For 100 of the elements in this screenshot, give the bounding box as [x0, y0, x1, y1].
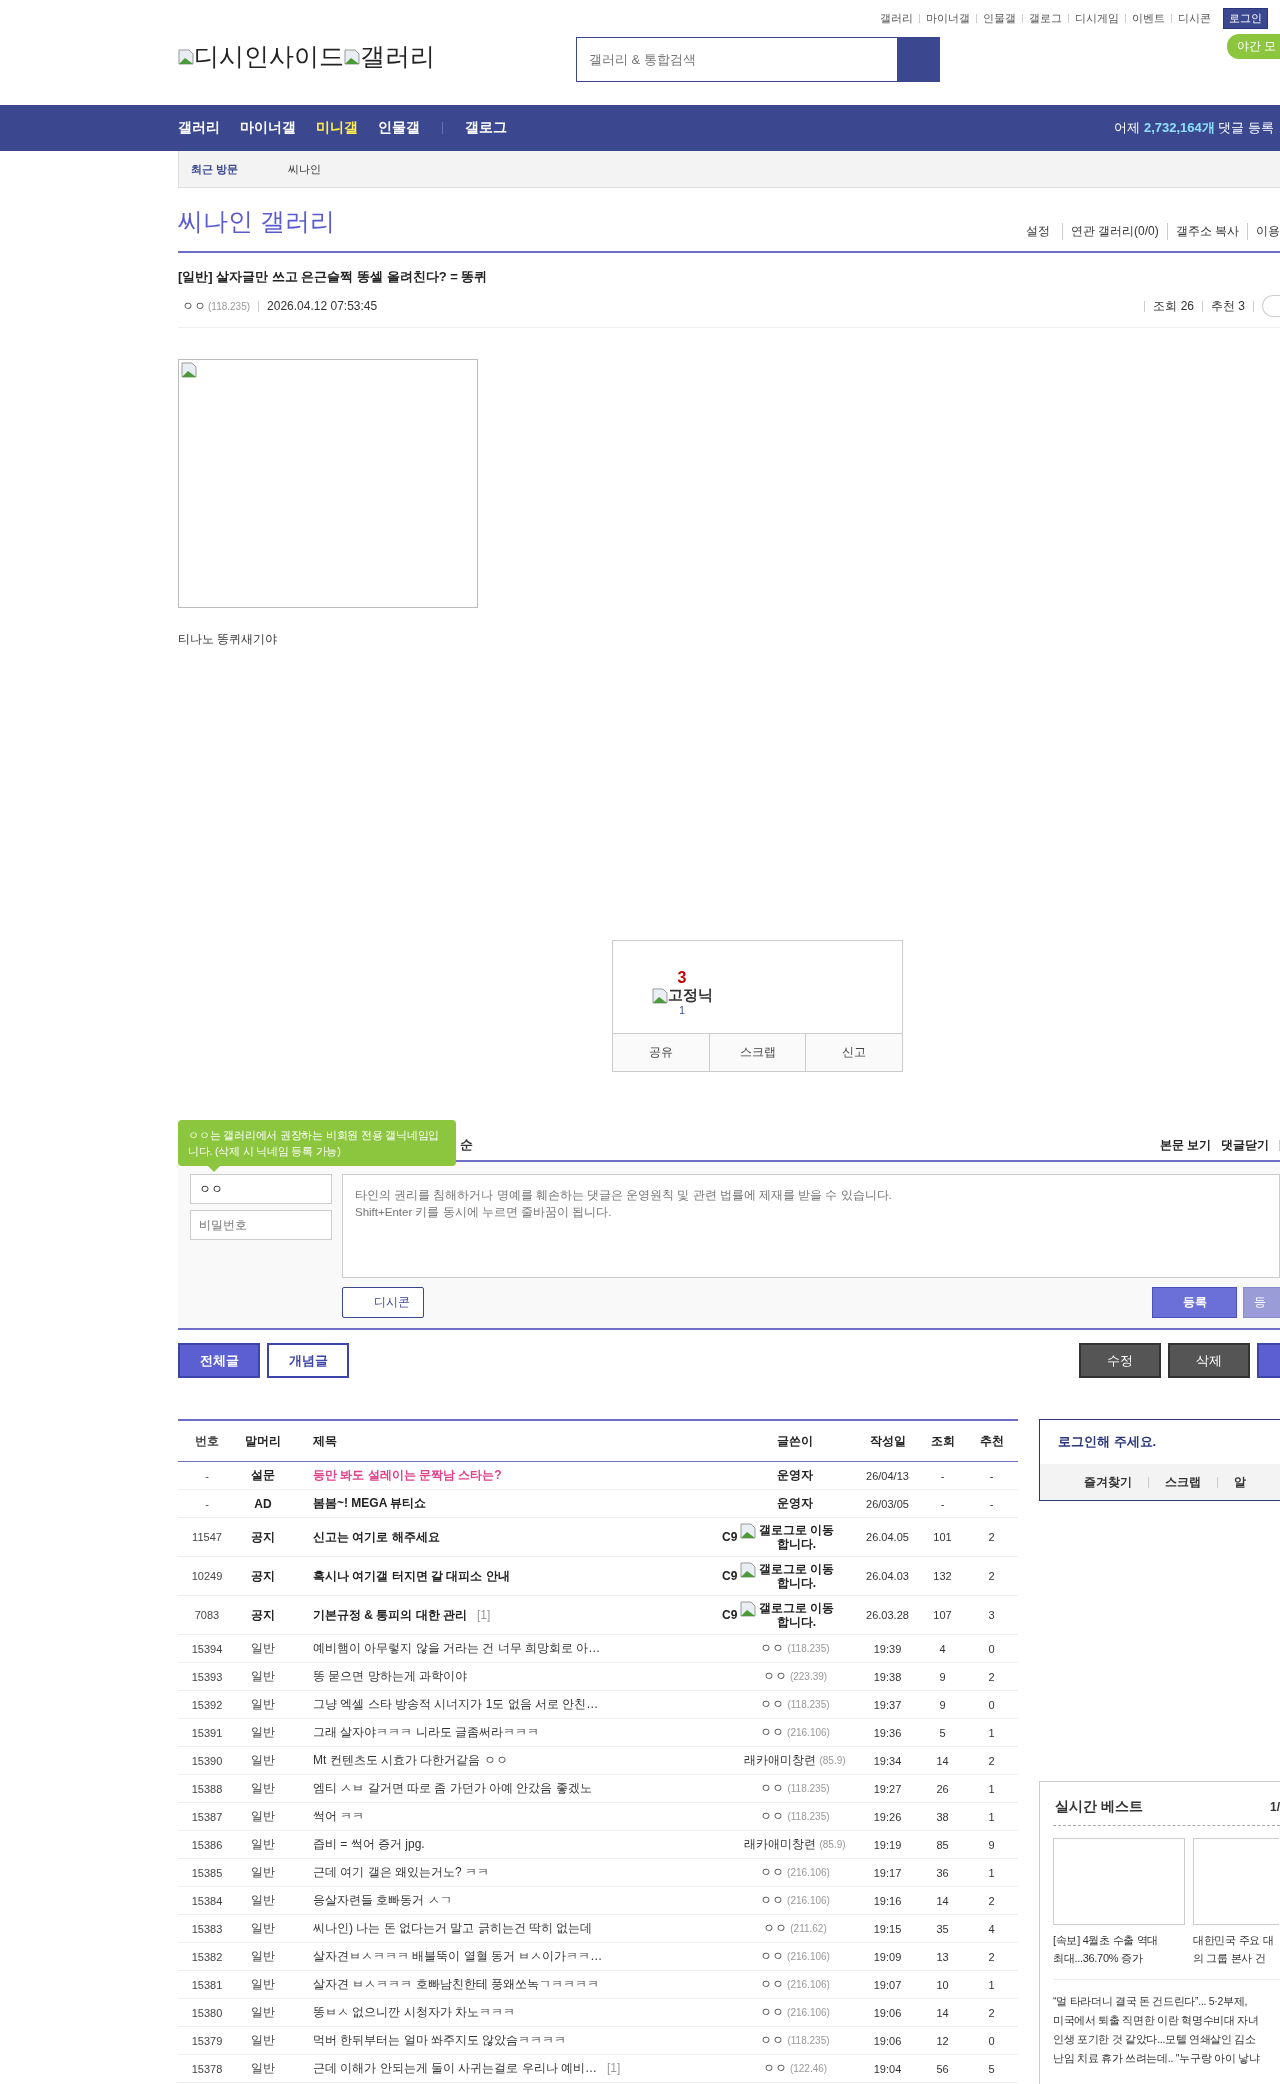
- post-title-link[interactable]: 근데 이해가 안되는게 둘이 사귀는걸로 우리나 예비…: [313, 2061, 597, 2075]
- action-button[interactable]: 수정: [1079, 1343, 1161, 1378]
- nav-tab[interactable]: 미니갤: [316, 119, 358, 137]
- news-card-title[interactable]: [속보] 4월초 수출 역대 최대...36.70% 증가: [1053, 1931, 1185, 1967]
- writer-name[interactable]: ㅇㅇ: [760, 1640, 785, 1657]
- writer-name[interactable]: ㅇㅇ: [760, 1976, 785, 1993]
- author-name[interactable]: ㅇㅇ: [182, 297, 206, 315]
- post-title-link[interactable]: 근데 여기 갤은 왜있는거노? ㅋㅋ: [313, 1865, 489, 1879]
- list-tab[interactable]: 개념글: [267, 1343, 349, 1378]
- writer-name[interactable]: ㅇㅇ: [760, 1948, 785, 1965]
- writer-name[interactable]: 운영자: [777, 1495, 813, 1512]
- comment-field[interactable]: 타인의 권리를 침해하거나 명예를 훼손하는 댓글은 운영원칙 및 관련 법률에 제재를 받을 수 있습니다. Shift+Enter 키를 동시에 누르면 줄바꿈이 됩니다.: [342, 1174, 1280, 1278]
- writer-name[interactable]: ㅇㅇ: [760, 1724, 785, 1741]
- post-title-link[interactable]: 즙비 = 썩어 증거 jpg.: [313, 1837, 425, 1851]
- post-title-link[interactable]: 신고는 여기로 해주세요: [313, 1529, 440, 1544]
- writer-name[interactable]: ㅇㅇ: [760, 2004, 785, 2021]
- recent-gallery-link[interactable]: 씨나인: [288, 161, 322, 177]
- writer-name[interactable]: ㅇㅇ: [760, 2032, 785, 2049]
- writer-name[interactable]: ㅇㅇ: [760, 1864, 785, 1881]
- post-title-link[interactable]: 살자견 ㅂㅅㅋㅋㅋ 호빠남친한테 풍왜쏘녹ㄱㅋㅋㅋㅋ: [313, 1977, 599, 1991]
- post-title-link[interactable]: 똥ㅂㅅ 없으니깐 시청자가 차노ㅋㅋㅋ: [313, 2005, 515, 2019]
- writer-name[interactable]: ㅇㅇ: [760, 1808, 785, 1825]
- submit-button[interactable]: 등록: [1152, 1287, 1237, 1318]
- post-title-link[interactable]: 썩어 ㅋㅋ: [313, 1809, 365, 1823]
- top-link[interactable]: 디시콘: [1178, 11, 1211, 26]
- post-title-link[interactable]: Mt 컨텐츠도 시효가 다한거같음 ㅇㅇ: [313, 1753, 508, 1767]
- post-title-link[interactable]: 똥 묻으면 망하는게 과학이야: [313, 1669, 467, 1683]
- search-field[interactable]: 갤러리 & 통합검색: [576, 37, 940, 82]
- name-field[interactable]: ㅇㅇ: [190, 1174, 332, 1204]
- comment-link[interactable]: 본문 보기: [1159, 1136, 1211, 1154]
- post-title-link[interactable]: 먹버 한뒤부터는 얼마 쏴주지도 않았슴ㅋㅋㅋㅋ: [313, 2033, 567, 2047]
- page-indicator: 1/: [1270, 1799, 1280, 1814]
- writer-name[interactable]: 래카애미창련: [744, 1836, 817, 1853]
- column-header: 추천: [978, 1432, 1005, 1450]
- post-number: 7083: [193, 1609, 221, 1621]
- gallery-title[interactable]: 씨나인 갤러리: [178, 205, 335, 238]
- top-link[interactable]: 인물갤: [983, 11, 1016, 26]
- writer-name[interactable]: ㅇㅇ: [760, 1780, 785, 1797]
- post-title-link[interactable]: 살자견ㅂㅅㅋㅋㅋ 배불뚝이 열혈 동거 ㅂㅅ이가ㅋㅋ…: [313, 1949, 603, 1963]
- writer-name[interactable]: ㅇㅇ: [762, 1668, 787, 1685]
- headline-link[interactable]: 미국에서 퇴출 직면한 이란 혁명수비대 자녀: [1053, 2011, 1280, 2030]
- recommend-count: 5: [987, 2062, 996, 2075]
- action-button[interactable]: 삭제: [1168, 1343, 1250, 1378]
- writer-name[interactable]: C9: [722, 1569, 738, 1583]
- recommend-count: 2: [987, 1570, 996, 1582]
- top-link[interactable]: 갤러리: [880, 11, 913, 26]
- post-title-link[interactable]: 혹시나 여기갤 터지면 갈 대피소 안내: [313, 1568, 510, 1583]
- gallog-link-text[interactable]: 갤로그로 이동합니다.: [756, 1601, 837, 1629]
- gallery-link[interactable]: 갤주소 복사: [1166, 223, 1247, 240]
- comment-link[interactable]: 댓글닫기: [1221, 1136, 1269, 1154]
- gallery-link[interactable]: 이용: [1247, 223, 1280, 240]
- writer-name[interactable]: ㅇㅇ: [760, 1892, 785, 1909]
- post-title-link[interactable]: 엠티 ㅅㅂ 갈거면 따로 좀 가던가 아예 안갔음 좋겠노: [313, 1781, 592, 1795]
- top-link[interactable]: 이벤트: [1132, 11, 1165, 26]
- logo-alt-text[interactable]: 갤러리: [360, 40, 435, 73]
- list-tab[interactable]: 전체글: [178, 1343, 260, 1378]
- post-title-link[interactable]: 기본규정 & 통피의 대한 관리: [313, 1607, 467, 1622]
- login-button[interactable]: 로그인: [1223, 8, 1268, 29]
- headline-link[interactable]: 난임 치료 휴가 쓰려는데.. "누구랑 아이 낳냐: [1053, 2049, 1280, 2068]
- gallog-link-text[interactable]: 갤로그로 이동합니다.: [756, 1523, 837, 1551]
- dccon-button[interactable]: 디시콘: [342, 1287, 424, 1318]
- gallery-link[interactable]: 연관 갤러리(0/0): [1061, 223, 1167, 240]
- news-card-title[interactable]: 대한민국 주요 대 의 그룹 본사 건: [1193, 1931, 1279, 1967]
- post-title-link[interactable]: 그냥 엑셀 스타 방송적 시너지가 1도 없음 서로 안친…: [313, 1697, 599, 1711]
- post-number: 15388: [190, 1782, 224, 1795]
- top-link[interactable]: 디시게임: [1075, 11, 1119, 26]
- sidebar-tab[interactable]: 알: [1234, 1473, 1246, 1491]
- headline-link[interactable]: “멀 타라더니 결국 돈 건드린다”... 5·2부제,: [1053, 1992, 1280, 2011]
- post-number: 10249: [190, 1570, 224, 1582]
- logo-alt-text[interactable]: 디시인사이드: [194, 40, 344, 73]
- nav-tab[interactable]: 인물갤: [378, 119, 420, 137]
- post-title-link[interactable]: 예비햄이 아무렇지 않을 거라는 건 너무 희망회로 아…: [313, 1641, 601, 1655]
- nav-tab[interactable]: 마이너갤: [240, 119, 296, 137]
- writer-name[interactable]: ㅇㅇ: [763, 1920, 788, 1937]
- top-link[interactable]: 갤로그: [1029, 11, 1062, 26]
- gallog-link-text[interactable]: 갤로그로 이동합니다.: [756, 1562, 837, 1590]
- login-prompt[interactable]: 로그인해 주세요.: [1040, 1420, 1280, 1464]
- top-link[interactable]: 마이너갤: [926, 11, 970, 26]
- sidebar-tab[interactable]: 스크랩: [1165, 1473, 1201, 1491]
- view-count: 101: [932, 1531, 953, 1543]
- recommend-count: 1: [987, 1866, 996, 1879]
- writer-name[interactable]: 래카애미창련: [744, 1752, 817, 1769]
- gallery-link[interactable]: 설정: [1017, 223, 1062, 240]
- post-number: 15381: [190, 1978, 224, 1991]
- post-title-link[interactable]: 봄봄~! MEGA 뷰티쇼: [313, 1496, 427, 1510]
- sidebar-tab[interactable]: 즐겨찾기: [1084, 1473, 1132, 1491]
- writer-name[interactable]: 운영자: [777, 1467, 813, 1484]
- writer-name[interactable]: ㅇㅇ: [760, 1696, 785, 1713]
- writer-name[interactable]: ㅇㅇ: [762, 2060, 787, 2077]
- headline-link[interactable]: 인생 포기한 것 같았다...모텔 연쇄살인 김소: [1053, 2030, 1280, 2049]
- post-title-link[interactable]: 응살자련들 호빠동거 ㅅㄱ: [313, 1893, 452, 1907]
- nav-tab[interactable]: 갤러리: [178, 119, 220, 137]
- writer-name[interactable]: C9: [722, 1608, 738, 1622]
- post-title-link[interactable]: 등만 봐도 설레이는 문짝남 스타는?: [313, 1468, 502, 1482]
- nav-tab[interactable]: 갤로그: [465, 119, 507, 137]
- post-title-link[interactable]: 씨나인) 나는 돈 없다는거 말고 긁히는건 딱히 없는데: [313, 1921, 593, 1935]
- view-count: 56: [935, 2062, 950, 2075]
- writer-name[interactable]: C9: [722, 1530, 738, 1544]
- post-title-link[interactable]: 그래 살자야ㅋㅋㅋ 니라도 글좀써라ㅋㅋㅋ: [313, 1725, 539, 1739]
- password-field[interactable]: 비밀번호: [190, 1210, 332, 1240]
